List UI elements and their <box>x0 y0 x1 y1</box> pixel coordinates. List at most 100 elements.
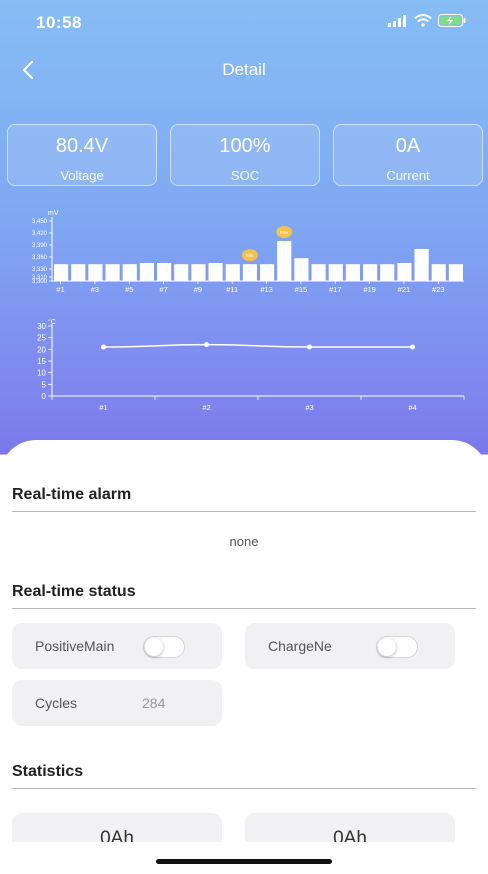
voltage-value: 80.4V <box>55 135 109 157</box>
statistics-divider <box>12 788 476 789</box>
bar <box>225 264 240 281</box>
data-point <box>410 344 415 350</box>
bar <box>242 264 257 281</box>
bar <box>191 264 206 281</box>
temperature-chart: °C 0 5 10 15 20 25 30 #1 #2 #3 #4 <box>18 318 468 416</box>
cell-voltage-chart: mV 3,300 3,310 3,330 3,360 3,390 3,420 3,450 #1 #… <box>18 205 468 300</box>
battery-charging-icon <box>438 14 466 27</box>
y-tick-label: 3,310 <box>32 275 48 281</box>
bar <box>277 241 292 281</box>
statistics-section-title: Statistics <box>12 763 84 780</box>
home-indicator[interactable] <box>156 859 332 864</box>
cycles-card: Cycles 284 <box>12 680 222 726</box>
x-tick-label: #21 <box>398 285 411 294</box>
positive-main-label: PositiveMain <box>35 638 115 654</box>
positive-main-card: PositiveMain <box>12 623 222 669</box>
bar <box>431 264 446 281</box>
x-tick-label: #11 <box>226 285 238 294</box>
y-tick-label: 3,330 <box>32 267 48 273</box>
data-point <box>101 344 106 350</box>
voltage-label: Voltage <box>60 168 104 183</box>
metric-cards: 80.4V Voltage 100% SOC 0A Current <box>7 124 483 186</box>
detail-sheet: Real-time alarm none Real-time status Po… <box>0 440 488 874</box>
x-tick-label: #15 <box>295 285 308 294</box>
bar <box>311 264 326 281</box>
y-tick-label: 3,420 <box>32 231 48 237</box>
series-line <box>103 343 413 348</box>
voltage-card: 80.4V Voltage <box>7 124 157 186</box>
y-tick-label: 3,390 <box>32 243 48 249</box>
soc-label: SOC <box>230 168 260 183</box>
x-tick-label: #7 <box>159 285 167 294</box>
bar <box>157 263 172 281</box>
bar <box>71 264 86 281</box>
x-tick-label: #3 <box>305 403 313 412</box>
positive-main-toggle[interactable] <box>143 636 185 658</box>
temperature-line-chart: °C051015202530#1 #2 #3 #4 <box>37 318 465 412</box>
bar <box>397 263 412 281</box>
nav-bar: Detail <box>0 48 488 92</box>
data-point <box>204 342 209 348</box>
y-tick-label: 20 <box>37 345 46 354</box>
x-tick-label: #19 <box>363 285 376 294</box>
x-tick-label: #23 <box>432 285 445 294</box>
x-tick-label: #2 <box>202 403 210 412</box>
status-divider <box>12 608 476 609</box>
marker-label: Max <box>280 230 289 235</box>
x-tick-label: #4 <box>408 403 416 412</box>
x-tick-label: #1 <box>56 285 64 294</box>
y-tick-label: 3,450 <box>32 219 48 225</box>
status-bar: 10:58 <box>0 0 488 44</box>
x-tick-label: #3 <box>91 285 99 294</box>
bar <box>363 264 378 281</box>
bar <box>139 263 154 281</box>
y-tick-label: 15 <box>37 357 46 366</box>
soc-card: 100% SOC <box>170 124 320 186</box>
data-point <box>307 344 312 350</box>
bar <box>54 264 69 281</box>
bar <box>448 264 463 281</box>
x-tick-label: #1 <box>99 403 107 412</box>
charge-toggle[interactable] <box>376 636 418 658</box>
bar <box>328 264 343 281</box>
y-axis-label: mV <box>48 210 59 217</box>
toggle-knob <box>378 638 396 656</box>
bar <box>88 264 103 281</box>
soc-value: 100% <box>219 135 271 157</box>
alarm-divider <box>12 511 476 512</box>
charge-card: ChargeNe <box>245 623 455 669</box>
status-icons <box>388 14 466 27</box>
current-value: 0A <box>395 135 421 157</box>
bar <box>174 264 189 281</box>
x-tick-label: #9 <box>194 285 202 294</box>
bar <box>260 264 275 281</box>
cell-voltage-bar-chart: mV3,3003,3103,3303,3603,3903,4203,450#1 #… <box>32 210 464 294</box>
marker-label: Min <box>246 253 254 258</box>
bar <box>294 258 309 281</box>
x-tick-label: #5 <box>125 285 133 294</box>
y-tick-label: 30 <box>37 322 46 331</box>
y-tick-label: 3,360 <box>32 255 48 261</box>
y-tick-label: 10 <box>37 369 46 378</box>
bottom-safe-area <box>0 842 488 874</box>
signal-icon <box>388 14 406 27</box>
y-tick-label: 0 <box>42 392 47 401</box>
alarm-section-title: Real-time alarm <box>12 486 132 503</box>
x-tick-label: #17 <box>329 285 342 294</box>
wifi-icon <box>414 14 432 27</box>
bar <box>414 249 429 281</box>
x-tick-label: #13 <box>260 285 273 294</box>
bar <box>105 264 120 281</box>
bar <box>345 264 360 281</box>
y-tick-label: 5 <box>42 380 47 389</box>
status-section-title: Real-time status <box>12 583 136 600</box>
y-tick-label: 25 <box>37 334 46 343</box>
alarm-none-text: none <box>229 534 259 549</box>
bar <box>208 263 223 281</box>
bar <box>380 264 395 281</box>
charge-label: ChargeNe <box>268 638 332 654</box>
current-card: 0A Current <box>333 124 483 186</box>
page-title: Detail <box>222 60 266 79</box>
current-label: Current <box>386 168 430 183</box>
cycles-value: 284 <box>142 695 166 711</box>
